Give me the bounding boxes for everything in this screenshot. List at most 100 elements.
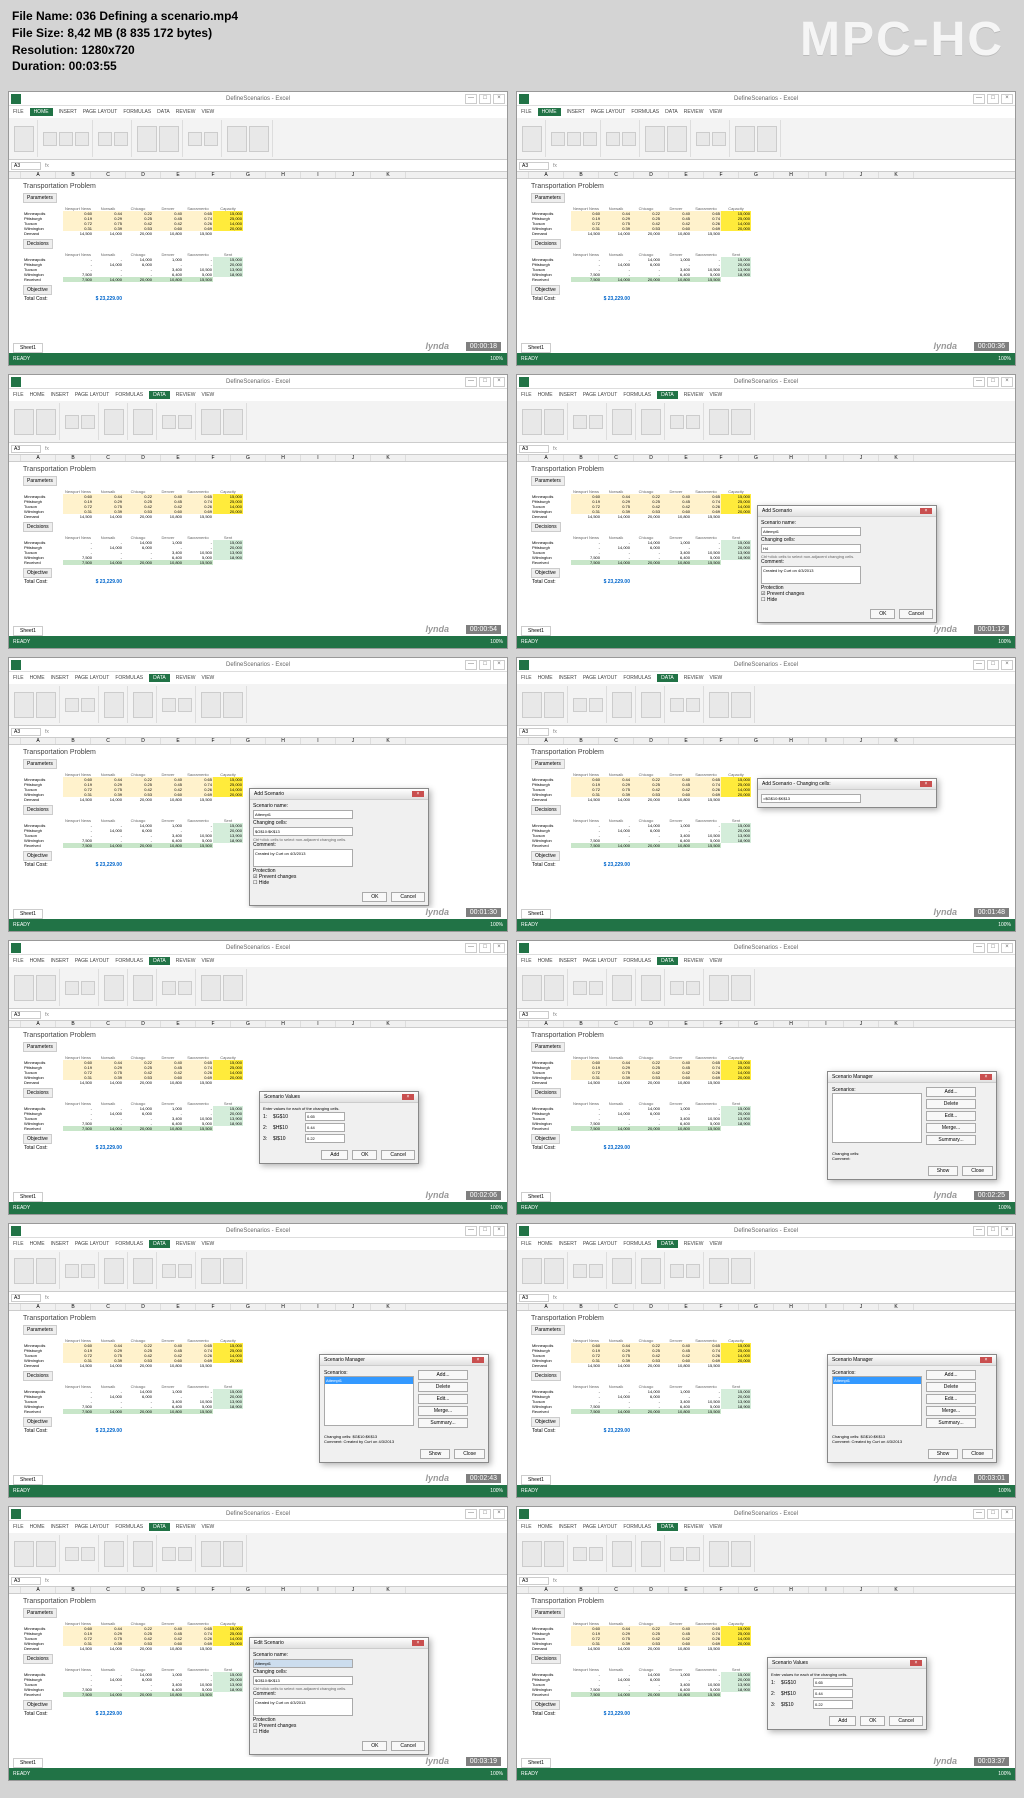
maximize-button[interactable]: □ [479,943,491,953]
ribbon-tab[interactable]: INSERT [59,109,77,115]
manager-button[interactable]: Delete [418,1382,468,1392]
manager-button[interactable]: Delete [926,1099,976,1109]
ok-button[interactable]: OK [870,609,895,619]
ok-button[interactable]: OK [352,1150,377,1160]
ribbon-tab[interactable]: PAGE LAYOUT [583,392,618,398]
ribbon-tab[interactable]: DATA [149,391,170,399]
manager-button[interactable]: Summary... [926,1135,976,1145]
styles-button[interactable] [159,126,179,152]
italic-button[interactable] [567,132,581,146]
cancel-button[interactable]: Cancel [381,1150,415,1160]
close-icon[interactable]: × [402,1094,414,1100]
solver-button[interactable] [709,409,729,435]
sort-button[interactable] [65,981,79,995]
fx-icon[interactable]: fx [45,446,49,452]
text-to-cols-button[interactable] [612,692,632,718]
ribbon-tab[interactable]: PAGE LAYOUT [591,109,626,115]
filter-button[interactable] [81,698,95,712]
text-to-cols-button[interactable] [104,692,124,718]
scenario-name-input[interactable]: Attempt1 [253,1659,353,1668]
format-button[interactable] [137,126,157,152]
solver-button[interactable] [709,975,729,1001]
ungroup-button[interactable] [686,415,700,429]
get-data-button[interactable] [14,692,34,718]
range-input[interactable]: =$G$10:$K$13 [761,794,861,803]
group-button[interactable] [162,698,176,712]
ribbon-tab[interactable]: DATA [149,957,170,965]
sort-button[interactable] [227,126,247,152]
sheet-tab[interactable]: Sheet1 [13,1192,43,1202]
bold-button[interactable] [551,132,565,146]
ribbon-tab[interactable]: PAGE LAYOUT [83,109,118,115]
get-data-button[interactable] [522,1258,542,1284]
group-button[interactable] [670,981,684,995]
ribbon-tab[interactable]: VIEW [201,1241,214,1247]
fx-icon[interactable]: fx [45,1295,49,1301]
manager-button[interactable]: Summary... [926,1418,976,1428]
ribbon-tab[interactable]: PAGE LAYOUT [583,1524,618,1530]
sheet-tab[interactable]: Sheet1 [13,1758,43,1768]
ribbon-tab[interactable]: PAGE LAYOUT [583,1241,618,1247]
ribbon-tab[interactable]: DATA [149,1523,170,1531]
solver-button[interactable] [201,975,221,1001]
ribbon-tab[interactable]: REVIEW [684,392,704,398]
value-input[interactable] [813,1678,853,1687]
ribbon-tab[interactable]: VIEW [709,1524,722,1530]
ribbon-tab[interactable]: VIEW [709,958,722,964]
close-button[interactable]: × [493,1226,505,1236]
value-input[interactable] [813,1689,853,1698]
whatif-button[interactable] [641,975,661,1001]
ribbon-tab[interactable]: INSERT [559,392,577,398]
insert-button[interactable] [188,132,202,146]
text-to-cols-button[interactable] [104,1258,124,1284]
filter-button[interactable] [81,981,95,995]
ribbon-tab[interactable]: VIEW [201,675,214,681]
filter-button[interactable] [81,1264,95,1278]
ribbon-tab[interactable]: INSERT [51,675,69,681]
ribbon-tab[interactable]: FILE [13,1524,24,1530]
text-to-cols-button[interactable] [612,975,632,1001]
ribbon-tab[interactable]: HOME [30,392,45,398]
ribbon-tab[interactable]: FILE [521,392,532,398]
worksheet[interactable]: ABCDEFGHIJK Transportation ProblemParame… [517,1304,1015,1474]
minimize-button[interactable]: — [973,660,985,670]
ribbon-tab[interactable]: REVIEW [684,109,704,115]
close-icon[interactable]: × [980,1074,992,1080]
maximize-button[interactable]: □ [479,377,491,387]
solver-button[interactable] [709,1258,729,1284]
maximize-button[interactable]: □ [479,1226,491,1236]
whatif-button[interactable] [133,692,153,718]
minimize-button[interactable]: — [973,94,985,104]
ribbon-tab[interactable]: REVIEW [176,675,196,681]
manager-button[interactable]: Merge... [418,1406,468,1416]
manager-button[interactable]: Add... [926,1087,976,1097]
whatif-button[interactable] [641,1258,661,1284]
ribbon-tab[interactable]: INSERT [559,958,577,964]
ribbon-tab[interactable]: HOME [538,108,561,116]
sheet-tab[interactable]: Sheet1 [521,343,551,353]
formula-bar[interactable]: A3fx [517,1292,1015,1304]
get-data-button[interactable] [522,1541,542,1567]
maximize-button[interactable]: □ [479,1509,491,1519]
refresh-button[interactable] [36,409,56,435]
get-data-button[interactable] [14,409,34,435]
changing-cells-input[interactable]: $G$10:$K$13 [253,1676,353,1685]
minimize-button[interactable]: — [973,943,985,953]
paste-button[interactable] [14,126,34,152]
whatif-button[interactable] [133,409,153,435]
sort-button[interactable] [573,1264,587,1278]
ribbon-tab[interactable]: PAGE LAYOUT [75,1524,110,1530]
bold-button[interactable] [43,132,57,146]
filter-button[interactable] [81,1547,95,1561]
ribbon-tab[interactable]: REVIEW [684,1241,704,1247]
ribbon-tab[interactable]: PAGE LAYOUT [583,675,618,681]
ungroup-button[interactable] [178,981,192,995]
changing-cells-input[interactable]: $G$10:$K$13 [253,827,353,836]
cancel-button[interactable]: Cancel [391,1741,425,1751]
ribbon-tab[interactable]: FILE [521,1241,532,1247]
align-button[interactable] [606,132,620,146]
whatif-button[interactable] [641,1541,661,1567]
ribbon-tab[interactable]: DATA [149,1240,170,1248]
sheet-tab[interactable]: Sheet1 [13,909,43,919]
filter-button[interactable] [589,981,603,995]
